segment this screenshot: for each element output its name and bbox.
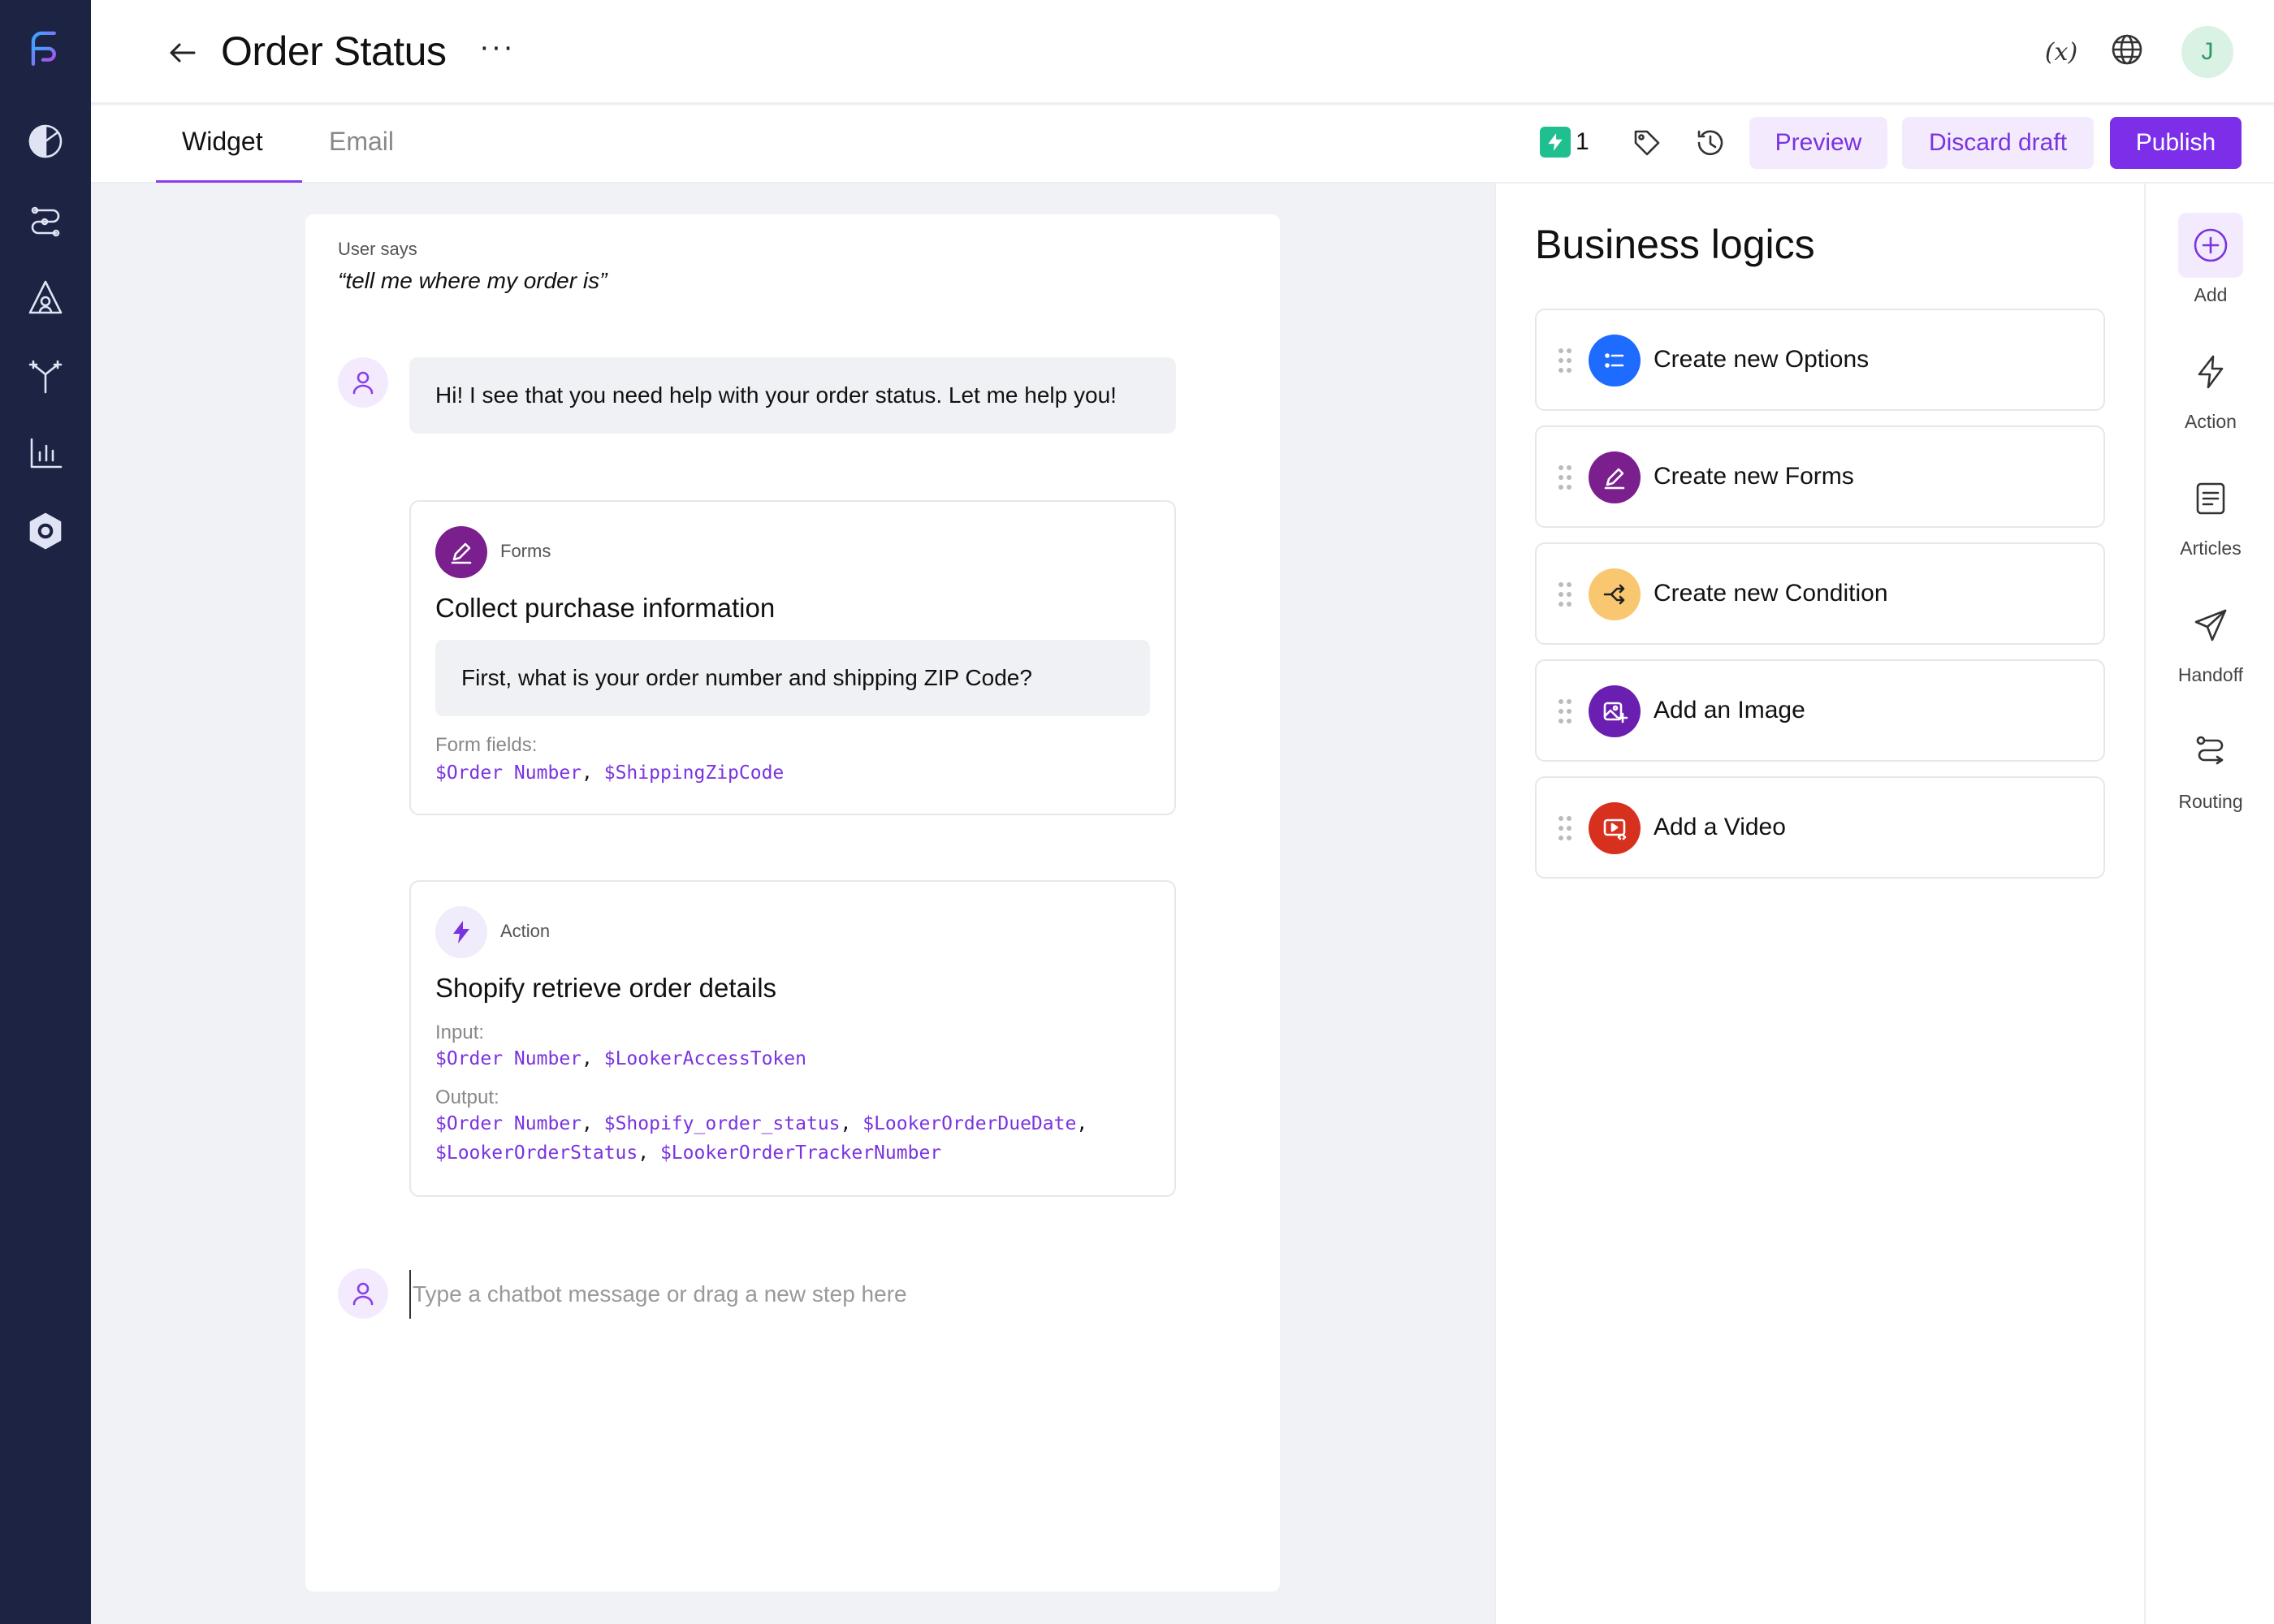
- bot-person-icon: [338, 1268, 388, 1319]
- bolt-icon: [1540, 127, 1571, 158]
- form-fields-label: Form fields:: [435, 734, 538, 756]
- drag-handle-icon[interactable]: [1558, 463, 1572, 492]
- rail-add-button[interactable]: Add: [2146, 213, 2274, 306]
- variable-chip: $Order Number: [435, 1113, 582, 1134]
- logic-item-options[interactable]: Create new Options: [1535, 309, 2105, 411]
- action-step-card[interactable]: Action Shopify retrieve order details In…: [409, 880, 1176, 1197]
- image-add-icon: [1589, 685, 1641, 737]
- form-fields-list: $Order Number, $ShippingZipCode: [435, 762, 785, 784]
- history-icon[interactable]: [1694, 127, 1730, 162]
- logic-item-label: Add an Image: [1654, 697, 1805, 723]
- nav-dashboard-icon[interactable]: [21, 117, 70, 166]
- user-avatar[interactable]: J: [2181, 26, 2233, 78]
- publish-button[interactable]: Publish: [2110, 117, 2242, 169]
- user-says-text[interactable]: “tell me where my order is”: [338, 268, 607, 294]
- rail-articles-button[interactable]: Articles: [2146, 466, 2274, 559]
- variable-chip: $LookerOrderTrackerNumber: [659, 1142, 942, 1164]
- bolt-icon: [435, 906, 487, 958]
- rail-label: Action: [2185, 411, 2237, 432]
- right-tool-rail: Add Action Articles Handoff Routing: [2144, 184, 2274, 1624]
- forms-step-card[interactable]: Forms Collect purchase information First…: [409, 500, 1176, 815]
- rail-routing-button[interactable]: Routing: [2146, 719, 2274, 813]
- app-root: Order Status ··· (x) J Widget Email 1 Pr…: [0, 0, 2274, 1624]
- list-icon: [1589, 335, 1641, 387]
- rail-label: Routing: [2178, 791, 2243, 812]
- logic-item-label: Create new Condition: [1654, 580, 1888, 607]
- variable-chip: $LookerOrderDueDate: [862, 1113, 1077, 1134]
- step-title: Collect purchase information: [435, 593, 776, 623]
- variable-chip: $Shopify_order_status: [603, 1113, 841, 1134]
- variables-icon[interactable]: (x): [2037, 32, 2086, 73]
- tab-bar: Widget Email 1 Preview Discard draft Pub…: [91, 106, 2274, 184]
- app-logo[interactable]: [23, 28, 68, 75]
- pencil-icon: [1589, 451, 1641, 503]
- logic-item-video[interactable]: Add a Video: [1535, 776, 2105, 879]
- step-type-label: Forms: [500, 541, 551, 561]
- business-logics-panel: Business logics Create new Options Creat…: [1494, 184, 2144, 1624]
- rail-label: Articles: [2180, 538, 2242, 559]
- rail-handoff-button[interactable]: Handoff: [2146, 593, 2274, 686]
- top-header: Order Status ··· (x) J: [91, 0, 2274, 104]
- logic-item-label: Create new Forms: [1654, 463, 1854, 490]
- video-icon: [1589, 802, 1641, 854]
- variable-chip: $LookerOrderStatus: [435, 1142, 638, 1164]
- logic-item-image[interactable]: Add an Image: [1535, 659, 2105, 762]
- globe-icon[interactable]: [2110, 32, 2151, 73]
- drag-handle-icon[interactable]: [1558, 580, 1572, 609]
- pencil-icon: [435, 526, 487, 578]
- input-variables: $Order Number, $LookerAccessToken: [435, 1048, 806, 1069]
- active-tab-indicator: [156, 180, 302, 183]
- panel-title: Business logics: [1535, 222, 1815, 267]
- plus-circle-icon: [2178, 213, 2243, 278]
- nav-routing-icon[interactable]: [21, 351, 70, 400]
- rail-label: Add: [2194, 284, 2228, 305]
- chatbot-message-input[interactable]: Type a chatbot message or drag a new ste…: [409, 1270, 1140, 1319]
- route-icon: [2178, 719, 2243, 784]
- variable-chip: $LookerAccessToken: [603, 1048, 806, 1069]
- user-says-label: User says: [338, 239, 417, 259]
- logic-item-forms[interactable]: Create new Forms: [1535, 425, 2105, 528]
- output-label: Output:: [435, 1086, 499, 1108]
- tab-widget[interactable]: Widget: [182, 127, 263, 157]
- send-icon: [2178, 593, 2243, 658]
- preview-button[interactable]: Preview: [1749, 117, 1887, 169]
- step-title: Shopify retrieve order details: [435, 973, 777, 1003]
- document-icon: [2178, 466, 2243, 531]
- tab-email[interactable]: Email: [329, 127, 394, 157]
- nav-settings-icon[interactable]: [21, 507, 70, 555]
- back-arrow-icon[interactable]: [162, 32, 203, 73]
- variable-chip: $Order Number: [435, 762, 582, 784]
- tag-icon[interactable]: [1631, 127, 1667, 162]
- form-question: First, what is your order number and shi…: [435, 640, 1150, 716]
- bot-person-icon: [338, 357, 388, 408]
- logic-item-condition[interactable]: Create new Condition: [1535, 542, 2105, 645]
- shuffle-icon: [1589, 568, 1641, 620]
- variable-chip: $Order Number: [435, 1048, 582, 1069]
- rail-label: Handoff: [2177, 664, 2244, 685]
- input-label: Input:: [435, 1021, 485, 1043]
- actions-count-badge[interactable]: 1: [1540, 127, 1589, 158]
- output-variables: $Order Number, $Shopify_order_status, $L…: [435, 1113, 1088, 1164]
- drag-handle-icon[interactable]: [1558, 814, 1572, 843]
- logic-item-label: Add a Video: [1654, 814, 1786, 840]
- actions-count: 1: [1576, 128, 1589, 155]
- drag-handle-icon[interactable]: [1558, 346, 1572, 375]
- variable-chip: $ShippingZipCode: [603, 762, 785, 784]
- bolt-icon: [2178, 339, 2243, 404]
- drag-handle-icon[interactable]: [1558, 697, 1572, 726]
- nav-analytics-icon[interactable]: [21, 429, 70, 477]
- left-nav: [0, 0, 91, 1624]
- nav-knowledge-icon[interactable]: [21, 273, 70, 322]
- logic-item-label: Create new Options: [1654, 346, 1870, 373]
- bot-message[interactable]: Hi! I see that you need help with your o…: [409, 357, 1176, 434]
- step-type-label: Action: [500, 921, 551, 941]
- nav-flows-icon[interactable]: [21, 195, 70, 244]
- more-options-icon[interactable]: ···: [479, 31, 525, 71]
- rail-action-button[interactable]: Action: [2146, 339, 2274, 433]
- conversation-canvas: User says “tell me where my order is” Hi…: [305, 214, 1280, 1592]
- page-title: Order Status: [221, 28, 447, 74]
- discard-draft-button[interactable]: Discard draft: [1902, 117, 2094, 169]
